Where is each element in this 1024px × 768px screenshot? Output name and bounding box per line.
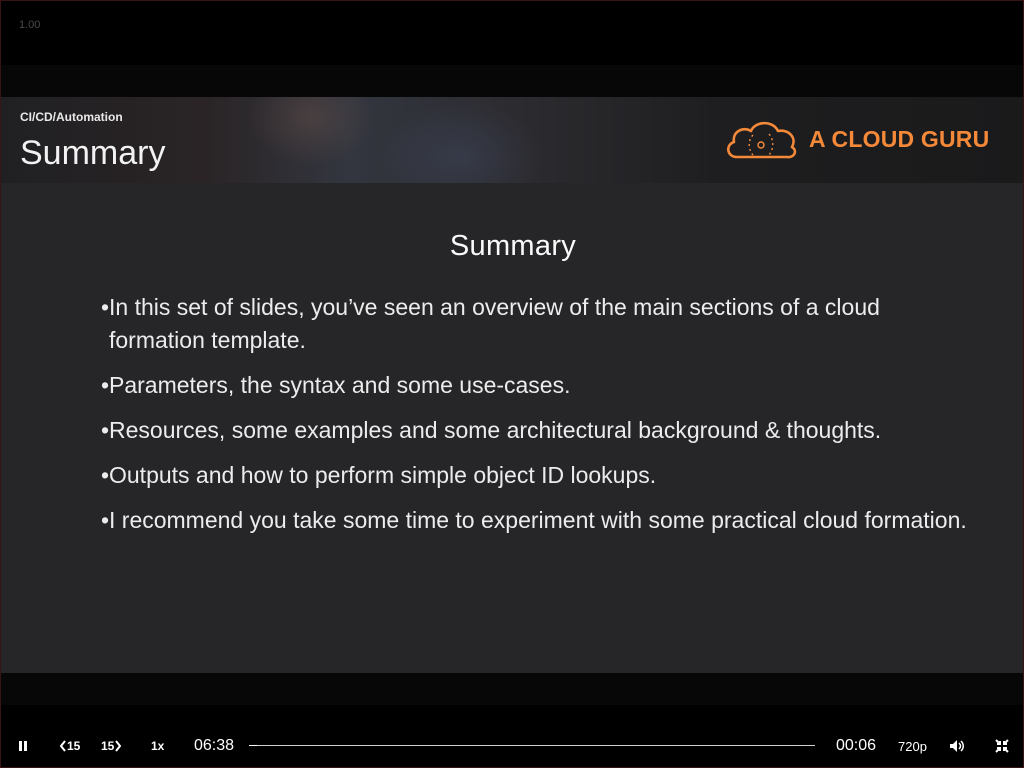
list-item: In this set of slides, you’ve seen an ov… <box>101 291 971 357</box>
list-item: Parameters, the syntax and some use-case… <box>101 369 971 402</box>
progress-bar[interactable] <box>249 745 815 746</box>
summary-bullet-list: In this set of slides, you’ve seen an ov… <box>101 291 971 549</box>
rewind-label: 15 <box>67 739 81 753</box>
time-elapsed: 00:06 <box>836 737 877 754</box>
list-item: I recommend you take some time to experi… <box>101 504 971 537</box>
letterbox-top <box>1 65 1023 97</box>
slide-title: Summary <box>449 230 577 262</box>
player-controls: 15 15 1x 06:38 00:06 720p <box>1 727 1023 765</box>
letterbox-bottom <box>1 673 1023 705</box>
playback-speed-button[interactable]: 1x <box>151 727 164 765</box>
exit-fullscreen-button[interactable] <box>995 727 1009 765</box>
pause-icon <box>19 741 27 751</box>
list-item: Resources, some examples and some archit… <box>101 414 971 447</box>
speaker-icon <box>950 740 964 752</box>
video-player[interactable]: 1.00 CI/CD/Automation Summary A CLOUD GU… <box>0 0 1024 768</box>
exit-fullscreen-icon <box>995 739 1009 753</box>
breadcrumb: CI/CD/Automation <box>20 110 123 124</box>
presenter-video-overlay <box>221 97 581 183</box>
chevron-right-icon <box>115 740 122 752</box>
chevron-left-icon <box>59 740 66 752</box>
list-item: Outputs and how to perform simple object… <box>101 459 971 492</box>
volume-button[interactable] <box>949 727 965 765</box>
cloud-logo-icon <box>727 121 797 159</box>
logo-text: A CLOUD GURU <box>809 125 990 152</box>
player-version: 1.00 <box>19 19 41 31</box>
header-title: Summary <box>20 134 166 172</box>
forward-15-button[interactable]: 15 <box>101 727 122 765</box>
rewind-15-button[interactable]: 15 <box>59 727 80 765</box>
forward-label: 15 <box>101 739 115 753</box>
time-remaining: 06:38 <box>194 737 235 754</box>
progress-fill <box>249 745 258 746</box>
brand-logo: A CLOUD GURU <box>723 117 989 161</box>
quality-button[interactable]: 720p <box>898 727 927 765</box>
pause-button[interactable] <box>17 727 29 765</box>
